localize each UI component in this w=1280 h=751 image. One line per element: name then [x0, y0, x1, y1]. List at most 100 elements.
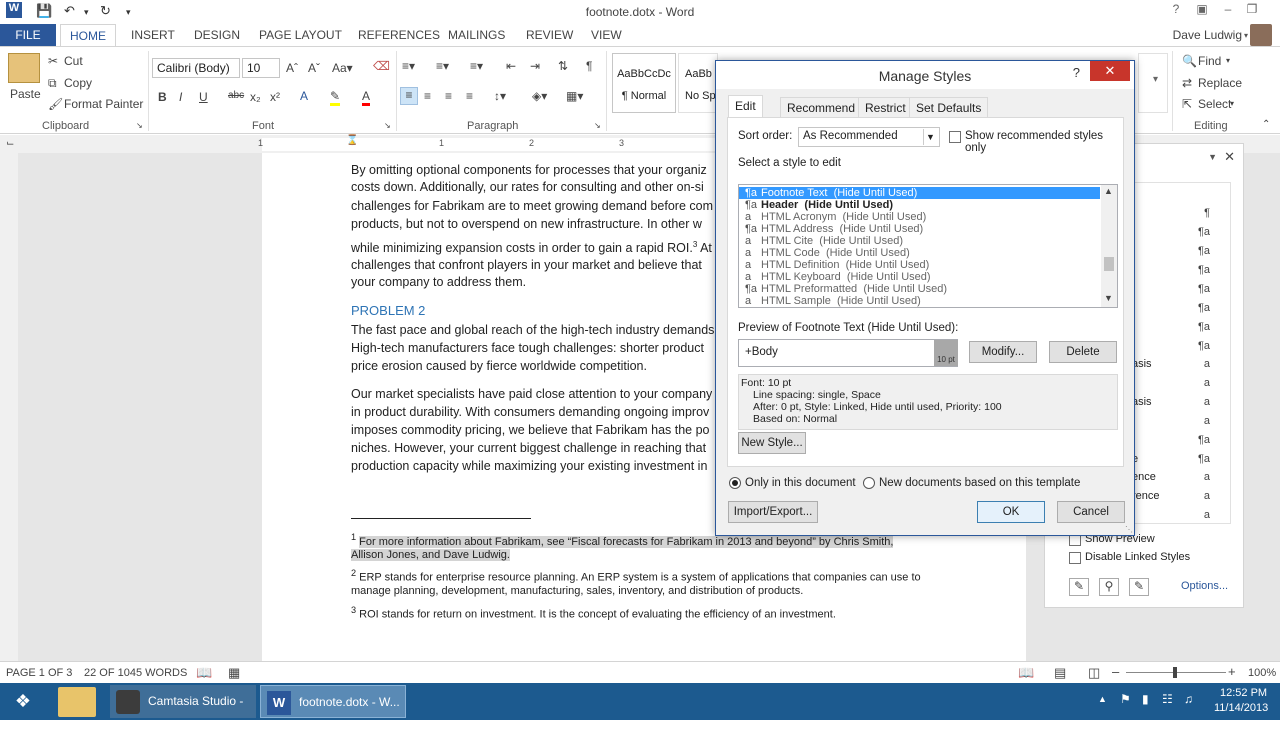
style-list-item[interactable]: a HTML Cite (Hide Until Used): [745, 235, 903, 247]
increase-indent-icon[interactable]: ⇥: [530, 59, 540, 73]
network-icon[interactable]: ☷: [1162, 692, 1173, 706]
new-documents-radio[interactable]: [863, 477, 875, 489]
underline-icon[interactable]: U: [199, 90, 208, 104]
copy-icon[interactable]: ⧉: [48, 76, 57, 91]
tab-page-layout[interactable]: PAGE LAYOUT: [259, 28, 342, 42]
strikethrough-icon[interactable]: abc: [228, 90, 244, 101]
tab-home[interactable]: HOME: [60, 24, 116, 47]
line-spacing-icon[interactable]: ↕▾: [494, 89, 506, 103]
text-effects-icon[interactable]: A: [300, 89, 308, 103]
decrease-indent-icon[interactable]: ⇤: [506, 59, 516, 73]
tab-selector-icon[interactable]: ⌙: [6, 138, 14, 149]
tab-mailings[interactable]: MAILINGS: [448, 28, 505, 42]
tab-insert[interactable]: INSERT: [131, 28, 175, 42]
help-icon[interactable]: ?: [1164, 2, 1188, 20]
tab-file[interactable]: FILE: [0, 24, 56, 46]
font-launcher-icon[interactable]: ↘: [384, 121, 391, 130]
import-export-button[interactable]: Import/Export...: [728, 501, 818, 523]
highlight-icon[interactable]: ✎: [330, 89, 341, 106]
print-layout-icon[interactable]: ▤: [1054, 665, 1066, 681]
font-name-combo[interactable]: Calibri (Body): [152, 58, 240, 78]
subscript-icon[interactable]: x₂: [250, 90, 261, 104]
close-pane-icon[interactable]: ✕: [1224, 149, 1235, 165]
style-list-item[interactable]: ¶a HTML Address (Hide Until Used): [745, 223, 923, 235]
style-list-item[interactable]: a HTML Sample (Hide Until Used): [745, 295, 921, 307]
ribbon-display-options-icon[interactable]: ▣: [1190, 2, 1214, 20]
scroll-up-icon[interactable]: ▲: [1104, 186, 1113, 196]
font-size-combo[interactable]: 10: [242, 58, 280, 78]
restore-icon[interactable]: ❐: [1240, 2, 1264, 20]
read-mode-icon[interactable]: 📖: [1018, 665, 1034, 681]
style-list[interactable]: ¶a Footnote Text (Hide Until Used) ¶a Head…: [738, 184, 1118, 308]
file-explorer-icon[interactable]: [58, 687, 96, 717]
sort-icon[interactable]: ⇅: [558, 59, 568, 73]
tab-design[interactable]: DESIGN: [194, 28, 240, 42]
cut-button[interactable]: Cut: [64, 54, 83, 68]
user-name[interactable]: Dave Ludwig: [1173, 28, 1242, 42]
footnote-3[interactable]: 3 ROI stands for return on investment. I…: [351, 602, 836, 624]
grow-font-icon[interactable]: Aˆ: [286, 61, 298, 75]
ok-button[interactable]: OK: [977, 501, 1045, 523]
options-link[interactable]: Options...: [1181, 580, 1228, 592]
macro-record-icon[interactable]: ▦: [228, 665, 240, 681]
sort-order-select[interactable]: As Recommended ▼: [798, 127, 940, 147]
numbering-icon[interactable]: ≡▾: [436, 59, 449, 73]
resize-grip-icon[interactable]: ⋱: [1125, 525, 1133, 534]
select-icon[interactable]: ⇱: [1182, 97, 1192, 111]
dialog-title-bar[interactable]: Manage Styles ? ✕: [716, 61, 1134, 89]
tab-recommend[interactable]: Recommend: [780, 97, 863, 117]
only-this-document-radio[interactable]: [729, 477, 741, 489]
justify-icon[interactable]: ≡: [466, 89, 473, 103]
style-normal[interactable]: AaBbCcDc ¶ Normal: [612, 53, 676, 113]
style-list-item[interactable]: a HTML Definition (Hide Until Used): [745, 259, 929, 271]
style-list-item[interactable]: ¶a Header (Hide Until Used): [745, 199, 893, 211]
start-button-icon[interactable]: ❖: [10, 690, 36, 712]
minimize-icon[interactable]: –: [1216, 2, 1240, 20]
replace-button[interactable]: Replace: [1198, 76, 1242, 90]
find-button[interactable]: Find: [1198, 54, 1221, 68]
dialog-help-icon[interactable]: ?: [1073, 65, 1080, 80]
format-painter-button[interactable]: Format Painter: [64, 97, 143, 111]
bold-icon[interactable]: B: [158, 90, 167, 104]
align-right-icon[interactable]: ≡: [445, 89, 452, 103]
find-dropdown-icon[interactable]: ▾: [1226, 56, 1230, 65]
show-recommended-checkbox[interactable]: [949, 131, 961, 143]
cut-icon[interactable]: ✂: [48, 54, 58, 68]
center-icon[interactable]: ≡: [424, 89, 431, 103]
pane-options-icon[interactable]: ▼: [1208, 152, 1217, 162]
taskbar-word[interactable]: W footnote.dotx - W...: [260, 685, 406, 718]
taskbar-camtasia[interactable]: Camtasia Studio - ...: [110, 685, 256, 741]
footnote-1-continued[interactable]: Allison Jones, and Dave Ludwig.: [351, 547, 510, 564]
select-dropdown-icon[interactable]: ▾: [1230, 99, 1234, 108]
style-list-item[interactable]: a HTML Acronym (Hide Until Used): [745, 211, 926, 223]
font-color-icon[interactable]: A: [362, 89, 371, 106]
find-icon[interactable]: 🔍: [1182, 54, 1197, 68]
italic-icon[interactable]: I: [179, 90, 182, 104]
style-list-item[interactable]: ¶a HTML Preformatted (Hide Until Used): [745, 283, 947, 295]
show-hidden-icons-icon[interactable]: ▲: [1098, 694, 1107, 704]
zoom-slider-thumb[interactable]: [1173, 667, 1177, 678]
gallery-more-icon[interactable]: ▾: [1139, 74, 1167, 85]
style-list-item[interactable]: ¶a Footnote Text (Hide Until Used): [739, 187, 1100, 199]
user-dropdown-icon[interactable]: ▾: [1244, 31, 1248, 40]
align-left-icon[interactable]: ≡: [400, 87, 418, 105]
borders-icon[interactable]: ▦▾: [566, 89, 583, 103]
style-list-item[interactable]: a HTML Keyboard (Hide Until Used): [745, 271, 931, 283]
style-no-spacing[interactable]: AaBb No Sp: [678, 53, 718, 113]
indent-marker-icon[interactable]: ⌛: [346, 135, 358, 146]
volume-icon[interactable]: ♫: [1184, 692, 1193, 706]
tab-review[interactable]: REVIEW: [526, 28, 573, 42]
style-list-scrollbar[interactable]: ▲ ▼: [1101, 185, 1117, 307]
style-list-item[interactable]: a HTML Code (Hide Until Used): [745, 247, 910, 259]
dialog-close-icon[interactable]: ✕: [1090, 61, 1130, 81]
battery-icon[interactable]: ▮: [1142, 692, 1149, 706]
paragraph-launcher-icon[interactable]: ↘: [594, 121, 601, 130]
new-style-icon[interactable]: ✎: [1069, 578, 1089, 596]
cancel-button[interactable]: Cancel: [1057, 501, 1125, 523]
page-count[interactable]: PAGE 1 OF 3: [6, 667, 72, 679]
paste-icon[interactable]: [8, 53, 40, 83]
zoom-level[interactable]: 100%: [1248, 667, 1276, 679]
format-painter-icon[interactable]: 🖌: [48, 97, 63, 111]
action-center-icon[interactable]: ⚑: [1120, 692, 1131, 706]
clock-time[interactable]: 12:52 PM: [1220, 687, 1267, 699]
